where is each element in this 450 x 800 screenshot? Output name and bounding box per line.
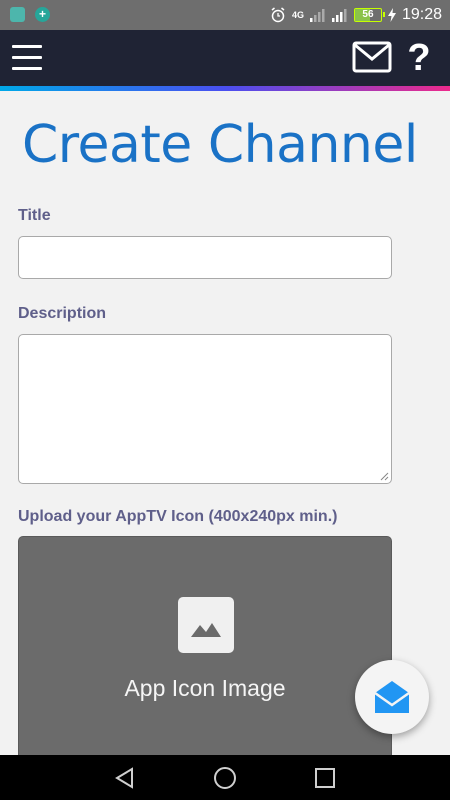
system-nav-bar (0, 755, 450, 800)
page-title: Create Channel (22, 115, 418, 175)
hamburger-menu-icon[interactable] (12, 43, 44, 73)
back-triangle-icon[interactable] (113, 766, 137, 790)
help-button[interactable]: ? (402, 36, 436, 80)
description-label: Description (18, 305, 107, 322)
resize-grip-icon[interactable] (379, 471, 389, 481)
battery-icon: 56 (353, 8, 385, 22)
upload-caption: App Icon Image (124, 675, 286, 701)
network-type-label: 4G (291, 10, 304, 20)
image-placeholder-icon (178, 597, 234, 653)
signal-strength-icon-2 (331, 9, 347, 22)
notification-plus-icon: + (35, 7, 50, 22)
app-header: ? (0, 30, 450, 86)
open-envelope-icon (374, 681, 410, 713)
charging-bolt-icon (387, 8, 396, 22)
upload-icon-label: Upload your AppTV Icon (400x240px min.) (18, 508, 338, 525)
app-icon-upload-area[interactable]: App Icon Image (18, 536, 392, 766)
battery-level-label: 56 (362, 9, 374, 20)
home-circle-icon[interactable] (213, 766, 237, 790)
notification-app-icon (10, 7, 25, 22)
alarm-clock-icon (271, 7, 285, 23)
status-bar: + 4G 56 19:28 (0, 0, 450, 30)
title-input[interactable] (18, 236, 392, 279)
recents-square-icon[interactable] (313, 766, 337, 790)
title-label: Title (18, 207, 51, 224)
messages-fab-button[interactable] (355, 660, 429, 734)
signal-strength-icon (309, 9, 325, 22)
clock-time: 19:28 (401, 6, 442, 23)
header-gradient-strip (0, 86, 450, 91)
description-textarea[interactable] (18, 334, 392, 484)
mail-icon[interactable] (352, 41, 392, 73)
